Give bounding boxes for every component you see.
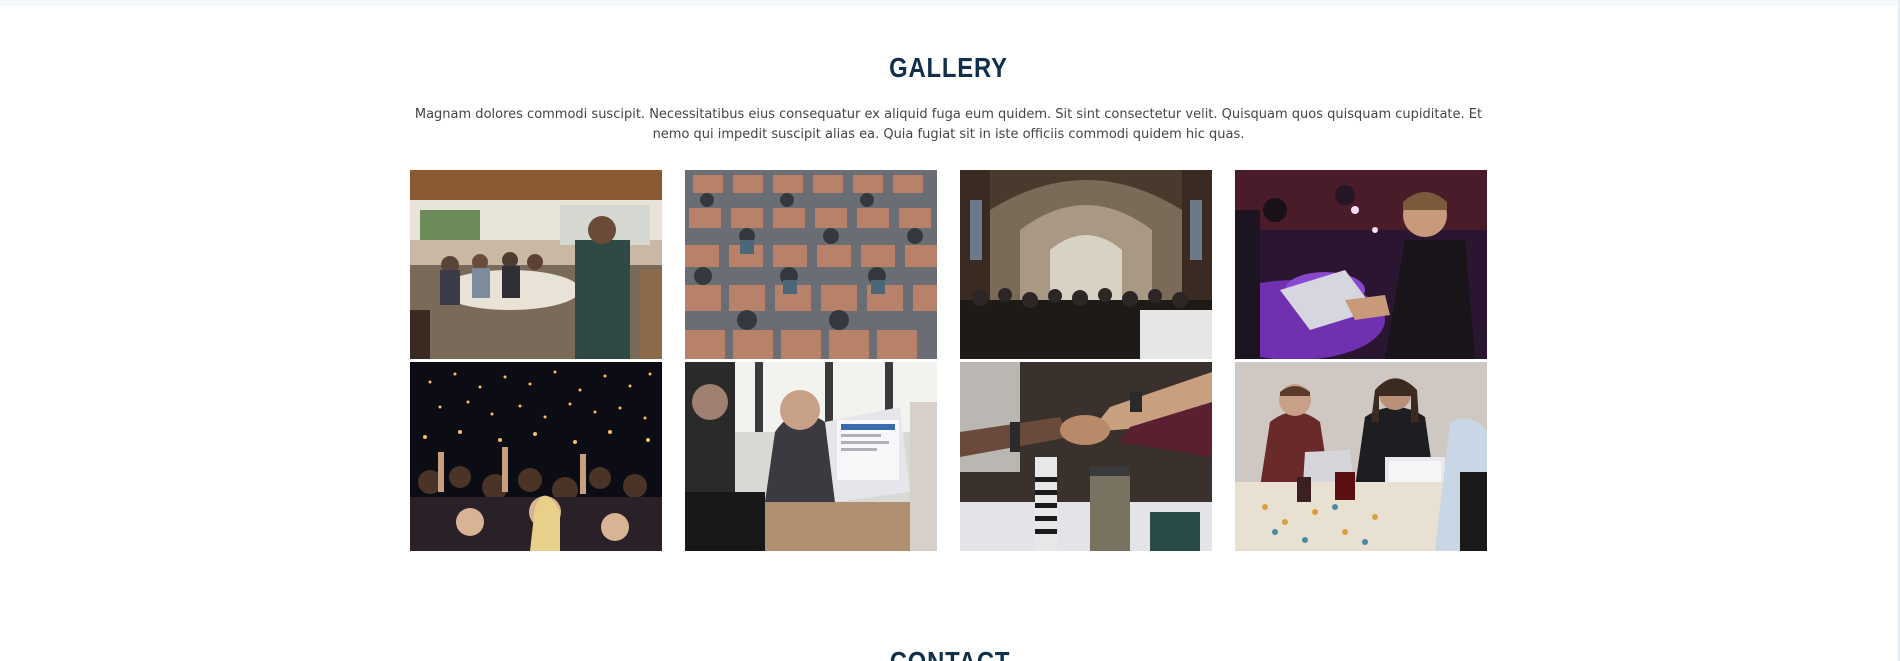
section-description: Magnam dolores commodi suscipit. Necessi…	[414, 107, 1483, 142]
page: GALLERY Magnam dolores commodi suscipit.…	[0, 0, 1900, 661]
gallery-image-2[interactable]	[685, 170, 937, 359]
top-strip	[0, 0, 1900, 6]
gallery-image-7[interactable]	[960, 362, 1212, 551]
gallery-image-8[interactable]	[1235, 362, 1487, 551]
gallery-image-4[interactable]	[1235, 170, 1487, 359]
contact-section-title: CONTACT	[143, 646, 1758, 661]
gallery-image-3[interactable]	[960, 170, 1212, 359]
gallery-grid	[410, 170, 1487, 551]
section-title: GALLERY	[889, 52, 1008, 83]
gallery-image-1[interactable]	[410, 170, 662, 359]
gallery-image-6[interactable]	[685, 362, 937, 551]
gallery-image-5[interactable]	[410, 362, 662, 551]
